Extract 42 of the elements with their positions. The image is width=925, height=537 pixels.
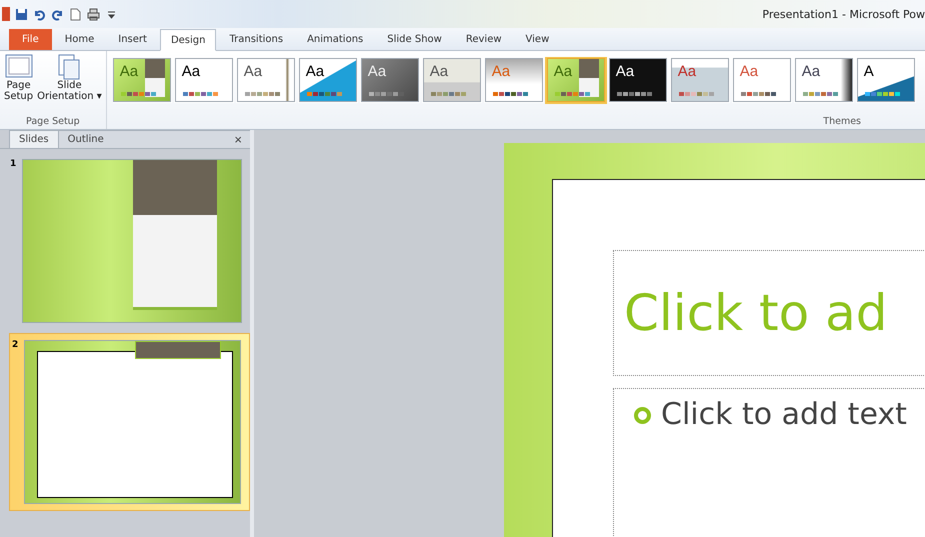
slide-orientation-button[interactable]: Slide Orientation ▾ bbox=[37, 54, 102, 116]
theme-thumbnail[interactable]: Aa bbox=[360, 58, 419, 102]
ribbon-tab[interactable]: Insert bbox=[107, 29, 158, 50]
undo-icon[interactable] bbox=[33, 8, 46, 20]
theme-thumbnail[interactable]: Aa bbox=[794, 58, 853, 102]
document-icon[interactable] bbox=[69, 8, 82, 20]
print-icon[interactable] bbox=[87, 8, 100, 20]
page-setup-button[interactable]: Page Setup bbox=[4, 54, 34, 116]
file-tab[interactable]: File bbox=[9, 29, 52, 50]
page-icon bbox=[4, 54, 33, 80]
slide-number: 2 bbox=[12, 340, 20, 352]
theme-thumbnail[interactable]: A bbox=[856, 58, 915, 102]
theme-thumbnail[interactable]: Aa bbox=[732, 58, 791, 102]
content-placeholder[interactable]: Click to add text bbox=[613, 388, 925, 537]
ribbon-tab[interactable]: Home bbox=[54, 29, 106, 50]
group-label: Page Setup bbox=[26, 116, 80, 129]
ribbon-tab[interactable]: Design bbox=[160, 29, 216, 51]
redo-icon[interactable] bbox=[51, 8, 64, 20]
ribbon-tab[interactable]: Animations bbox=[296, 29, 374, 50]
bullet-icon bbox=[634, 407, 651, 424]
close-icon[interactable]: × bbox=[226, 130, 250, 148]
slide-thumbnail-row[interactable]: 2 bbox=[9, 333, 250, 511]
theme-thumbnail[interactable]: Aa bbox=[670, 58, 729, 102]
ribbon-tab[interactable]: View bbox=[514, 29, 560, 50]
theme-thumbnail[interactable]: Aa bbox=[422, 58, 481, 102]
app-icon bbox=[2, 7, 10, 21]
ribbon-tab[interactable]: Review bbox=[454, 29, 513, 50]
theme-thumbnail[interactable]: Aa bbox=[608, 58, 667, 102]
group-label: Themes bbox=[822, 116, 862, 129]
theme-thumbnail[interactable]: Aa bbox=[174, 58, 233, 102]
ribbon-tab[interactable]: Slide Show bbox=[376, 29, 453, 50]
pane-tab[interactable]: Slides bbox=[9, 130, 59, 148]
pane-tab[interactable]: Outline bbox=[58, 130, 114, 148]
theme-thumbnail[interactable]: Aa bbox=[112, 58, 171, 102]
theme-thumbnail[interactable]: Aa bbox=[236, 58, 295, 102]
save-icon[interactable] bbox=[15, 8, 28, 20]
slide-thumbnail-row[interactable]: 1 bbox=[0, 153, 250, 329]
slide-number: 1 bbox=[10, 159, 18, 171]
window-title: Presentation1 - Microsoft Pow bbox=[762, 8, 925, 20]
theme-thumbnail[interactable]: Aa bbox=[298, 58, 357, 102]
ribbon-tab[interactable]: Transitions bbox=[218, 29, 294, 50]
theme-thumbnail[interactable]: Aa bbox=[546, 58, 605, 102]
